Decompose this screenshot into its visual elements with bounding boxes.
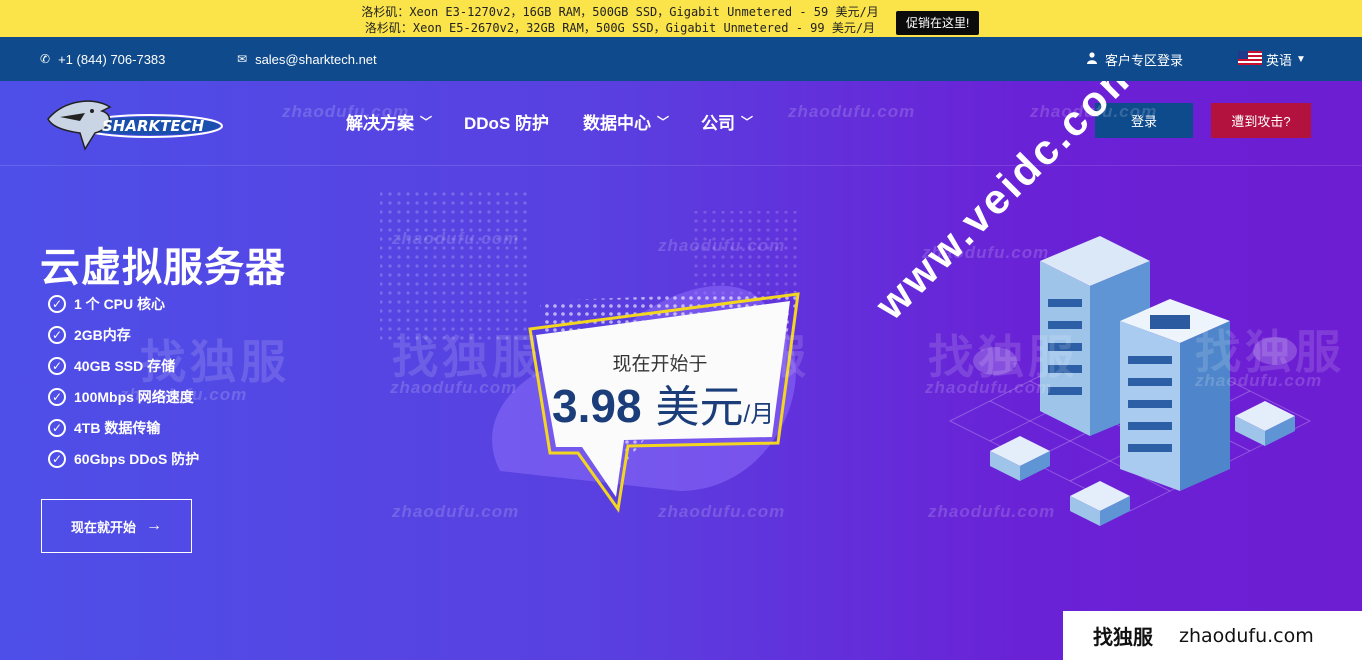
- watermark-cn: 找独服: [928, 331, 1078, 383]
- feature-label: 4TB 数据传输: [74, 419, 161, 436]
- nav-datacenters-label: 数据中心: [583, 113, 651, 133]
- watermark-text: zhaodufu.com: [658, 236, 786, 255]
- header-divider: [0, 165, 1362, 166]
- check-circle-icon: ✓: [48, 294, 66, 313]
- contact-bar: ✆ +1 (844) 706-7383 ✉ sales@sharktech.ne…: [0, 37, 1362, 81]
- check-circle-icon: ✓: [48, 418, 66, 437]
- language-selector[interactable]: 英语 ▼: [1238, 37, 1306, 81]
- promo-text: 洛杉矶：Xeon E3-1270v2，16GB RAM，500GB SSD，Gi…: [340, 4, 900, 36]
- envelope-icon: ✉: [237, 52, 248, 66]
- promo-line-2: 洛杉矶：Xeon E5-2670v2，32GB RAM，500G SSD，Gig…: [364, 21, 876, 35]
- nav-company[interactable]: 公司 ﹀: [701, 109, 753, 133]
- arrow-right-icon: →: [146, 517, 162, 534]
- client-login-link[interactable]: 客户专区登录: [1087, 37, 1183, 81]
- nav-datacenters[interactable]: 数据中心 ﹀: [583, 109, 669, 133]
- check-circle-icon: ✓: [48, 387, 66, 406]
- phone-number: +1 (844) 706-7383: [58, 51, 166, 67]
- phone-icon: ✆: [40, 52, 51, 66]
- feature-item: ✓ 1 个 CPU 核心: [48, 288, 199, 319]
- us-flag-icon: [1238, 50, 1262, 68]
- check-circle-icon: ✓: [48, 356, 66, 375]
- chevron-down-icon: ﹀: [657, 114, 670, 129]
- watermark-text: zhaodufu.com: [788, 102, 916, 121]
- feature-label: 1 个 CPU 核心: [74, 295, 166, 312]
- nav-ddos-label: DDoS 防护: [464, 113, 549, 133]
- footer-watermark: 找独服 zhaodufu.com: [1063, 611, 1362, 660]
- watermark-text: zhaodufu.com: [282, 102, 410, 121]
- feature-label: 2GB内存: [74, 326, 131, 343]
- chevron-down-icon: ﹀: [741, 114, 754, 129]
- user-icon: [1087, 51, 1097, 67]
- watermark-text: zhaodufu.com: [392, 229, 520, 248]
- email-address: sales@sharktech.net: [255, 51, 377, 67]
- promo-bar: 洛杉矶：Xeon E3-1270v2，16GB RAM，500GB SSD，Gi…: [0, 0, 1362, 37]
- watermark-cn: 找独服: [140, 336, 290, 388]
- under-attack-button[interactable]: 遭到攻击?: [1211, 103, 1311, 138]
- feature-label: 60Gbps DDoS 防护: [74, 450, 200, 467]
- sharktech-logo[interactable]: SHARKTECH: [40, 89, 225, 155]
- logo-text: SHARKTECH: [102, 117, 205, 135]
- client-login-label: 客户专区登录: [1105, 52, 1184, 68]
- watermark-text: zhaodufu.com: [658, 502, 786, 521]
- check-circle-icon: ✓: [48, 449, 66, 468]
- price-period: /月: [743, 401, 775, 428]
- check-circle-icon: ✓: [48, 325, 66, 344]
- nav-company-label: 公司: [701, 113, 735, 133]
- language-label: 英语: [1266, 52, 1293, 68]
- email-link[interactable]: ✉ sales@sharktech.net: [237, 37, 377, 81]
- watermark-cn: 找独服: [660, 331, 810, 383]
- watermark-text: zhaodufu.com: [928, 502, 1056, 521]
- footer-watermark-en: zhaodufu.com: [1179, 624, 1314, 647]
- promo-button[interactable]: 促销在这里!: [896, 11, 980, 35]
- get-started-button[interactable]: 现在就开始 →: [41, 499, 192, 553]
- feature-item: ✓ 4TB 数据传输: [48, 412, 199, 443]
- nav-ddos[interactable]: DDoS 防护: [464, 109, 549, 133]
- caret-down-icon: ▼: [1296, 53, 1306, 65]
- hero-title: 云虚拟服务器: [40, 246, 286, 290]
- footer-watermark-cn: 找独服: [1093, 627, 1153, 649]
- watermark-cn: 找独服: [392, 331, 542, 383]
- watermark-text: zhaodufu.com: [392, 502, 520, 521]
- phone-link[interactable]: ✆ +1 (844) 706-7383: [40, 37, 165, 81]
- price-value: 3.98: [552, 380, 642, 432]
- feature-item: ✓ 60Gbps DDoS 防护: [48, 443, 199, 474]
- get-started-label: 现在就开始: [70, 519, 136, 535]
- promo-line-1: 洛杉矶：Xeon E3-1270v2，16GB RAM，500GB SSD，Gi…: [361, 5, 879, 19]
- hero-section: SHARKTECH 解决方案 ﹀ DDoS 防护 数据中心 ﹀ 公司 ﹀ 登录 …: [0, 81, 1362, 660]
- watermark-cn: 找独服: [1195, 326, 1345, 378]
- chevron-down-icon: ﹀: [420, 114, 433, 129]
